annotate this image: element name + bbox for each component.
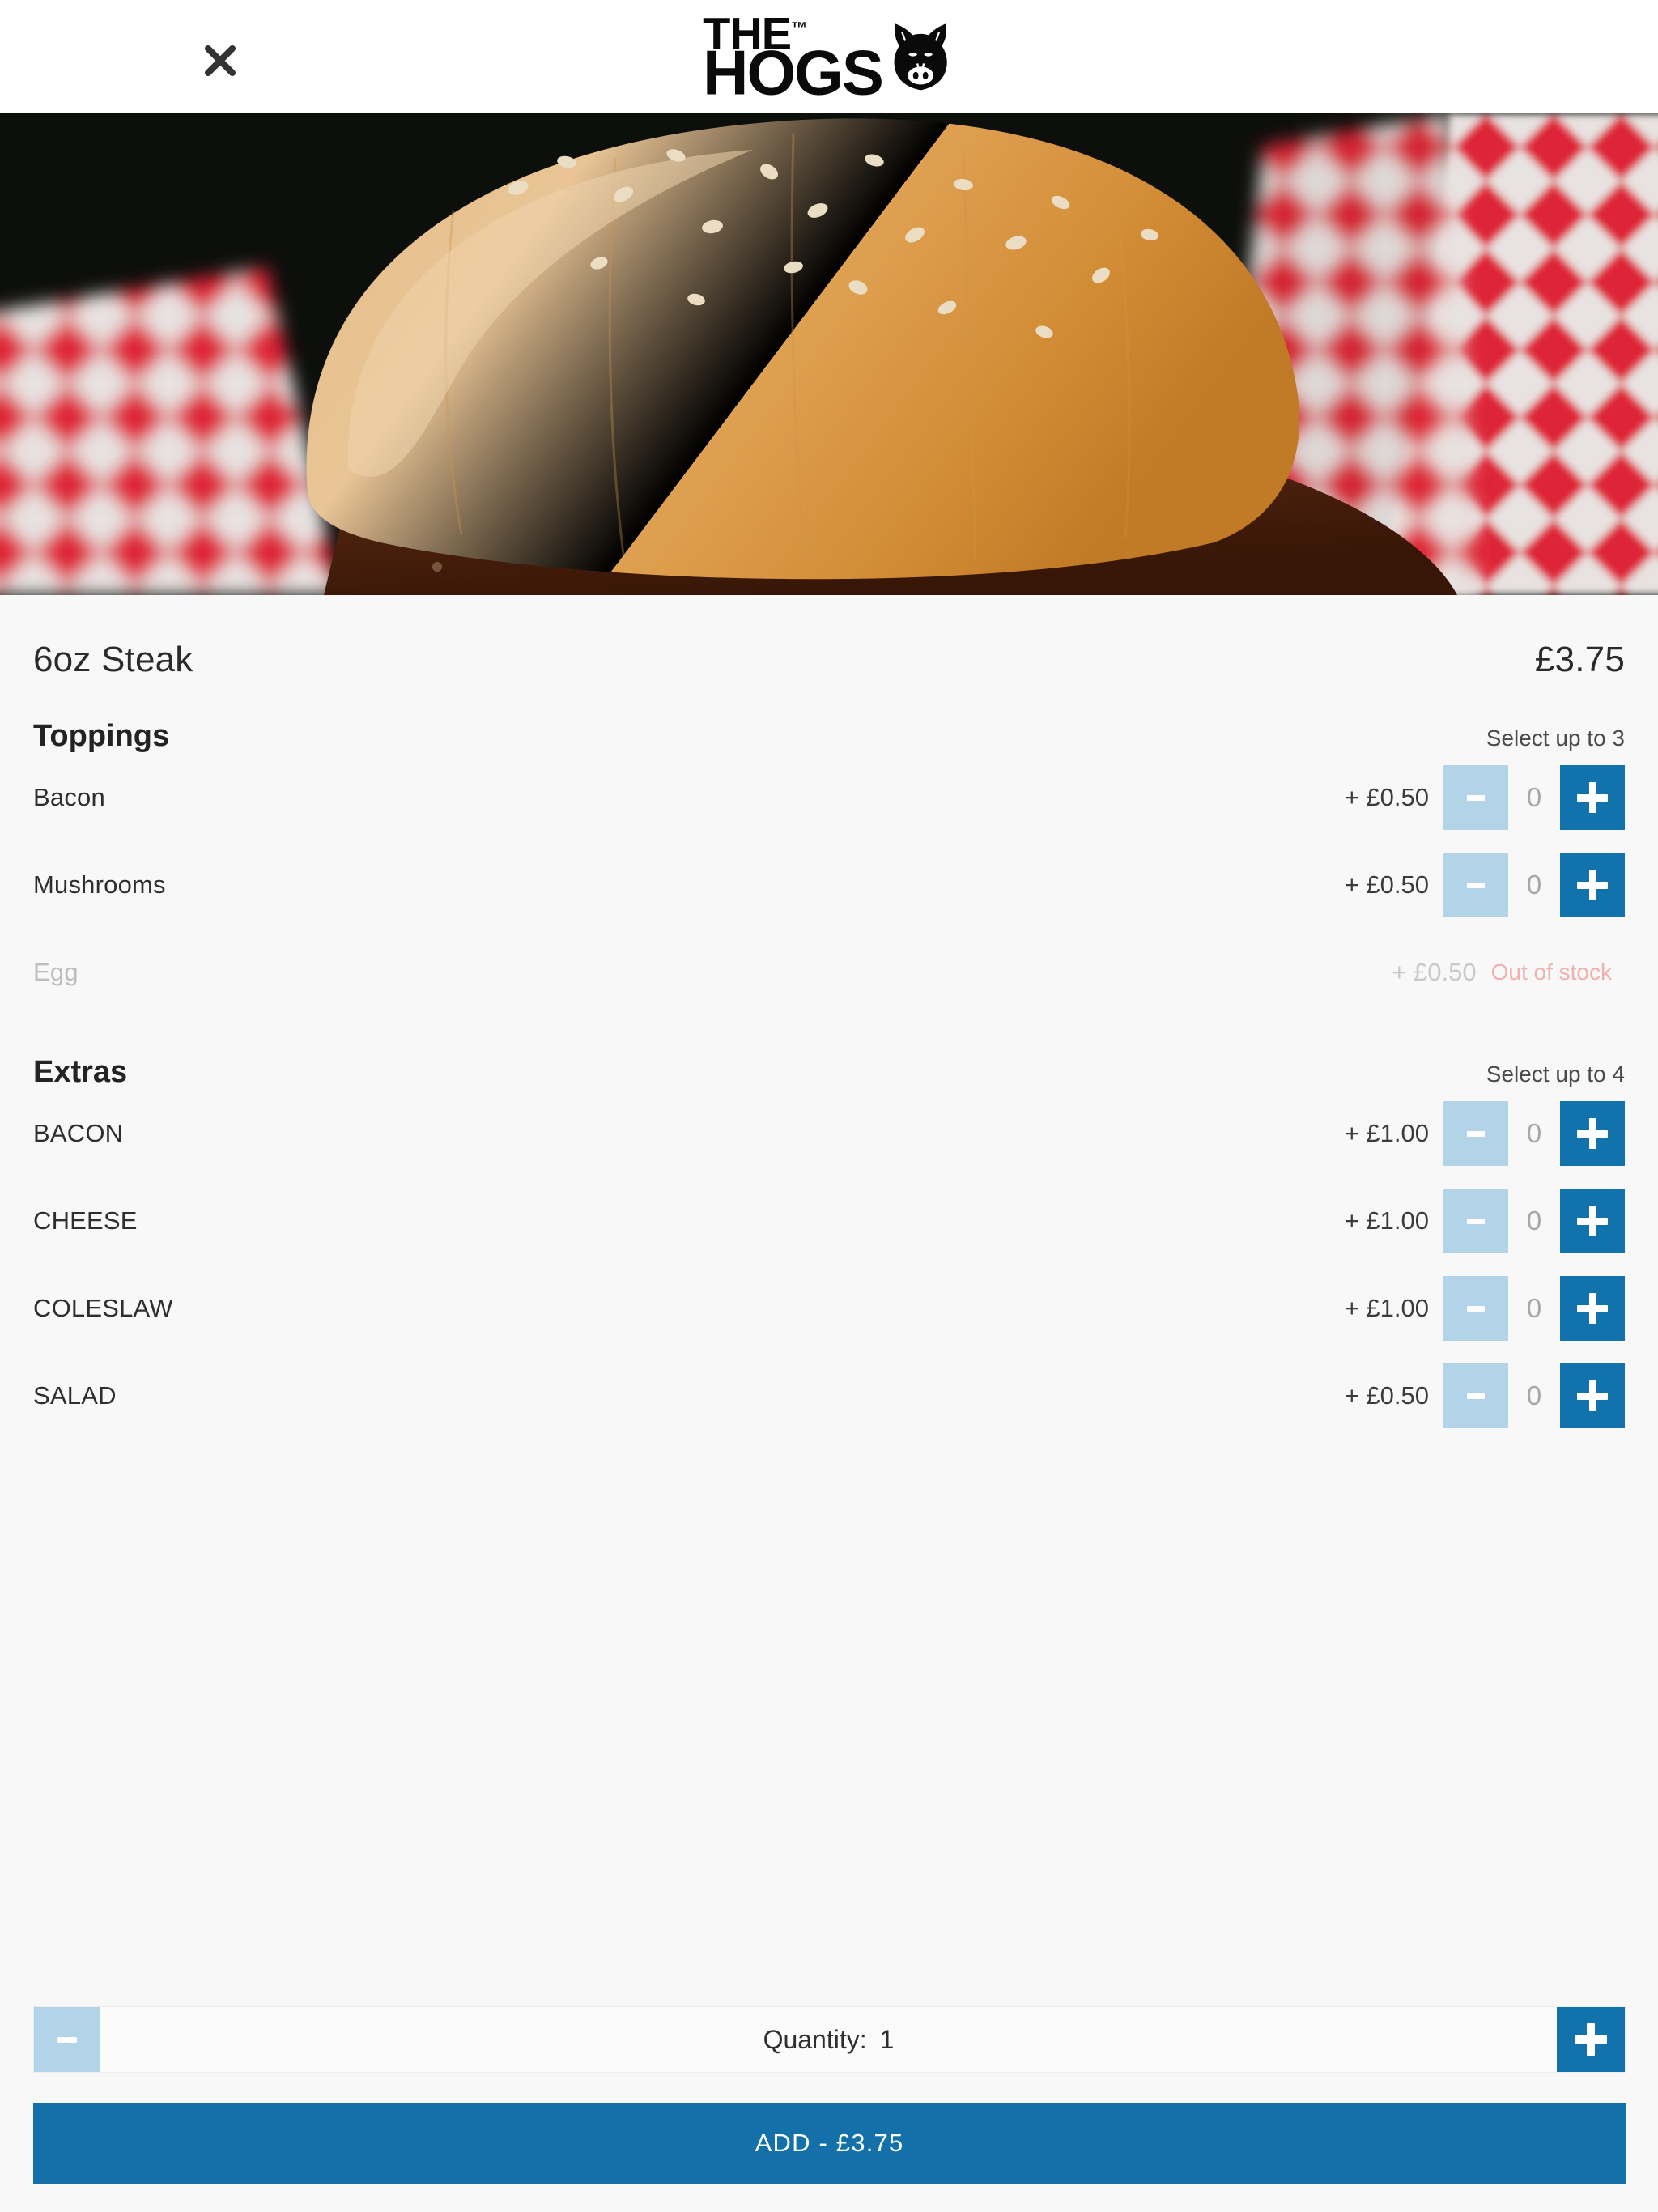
close-icon: [202, 42, 239, 79]
product-price: £3.75: [1534, 640, 1625, 679]
option-price: + £0.50: [1344, 870, 1429, 899]
product-detail-screen: THE™ HOGS 6oz Steak £3.75 Toppings Selec…: [0, 0, 1658, 2212]
quantity-decrement-button[interactable]: [34, 2007, 100, 2072]
option-row-bacon[interactable]: Bacon + £0.50 0: [0, 754, 1658, 841]
option-name: COLESLAW: [33, 1294, 173, 1322]
option-name: Egg: [33, 958, 79, 986]
quantity-stepper: 0: [1443, 853, 1625, 917]
quantity-stepper: 0: [1443, 1101, 1625, 1166]
increment-button[interactable]: [1560, 1101, 1625, 1166]
option-row-bacon-extra[interactable]: BACON + £1.00 0: [0, 1090, 1658, 1177]
minus-icon: [1467, 794, 1485, 801]
quantity-bar: Quantity: 1: [33, 2006, 1626, 2073]
option-row-egg: Egg + £0.50 Out of stock: [0, 929, 1658, 1016]
option-name: SALAD: [33, 1381, 117, 1410]
option-price: + £0.50: [1344, 783, 1429, 811]
page-title: 6oz Steak: [33, 640, 193, 679]
option-count: 0: [1526, 1118, 1542, 1148]
quantity-stepper: 0: [1443, 1189, 1625, 1253]
option-count: 0: [1526, 1206, 1542, 1236]
section-title: Toppings: [33, 719, 170, 753]
minus-icon: [1467, 882, 1485, 888]
option-price: + £1.00: [1344, 1206, 1429, 1235]
option-name: BACON: [33, 1119, 124, 1147]
decrement-button[interactable]: [1443, 1363, 1508, 1428]
minus-icon: [1467, 1218, 1485, 1224]
quantity-stepper: 0: [1443, 765, 1625, 830]
option-price: + £0.50: [1392, 958, 1477, 986]
increment-button[interactable]: [1560, 1276, 1625, 1341]
option-row-coleslaw[interactable]: COLESLAW + £1.00 0: [0, 1265, 1658, 1352]
quantity-stepper: 0: [1443, 1363, 1625, 1428]
decrement-button[interactable]: [1443, 853, 1508, 917]
section-hint: Select up to 4: [1486, 1061, 1625, 1087]
quantity-label: Quantity:: [763, 2024, 867, 2054]
decrement-button[interactable]: [1443, 1189, 1508, 1253]
option-count: 0: [1526, 1293, 1542, 1323]
option-row-salad[interactable]: SALAD + £0.50 0: [0, 1352, 1658, 1440]
option-name: Mushrooms: [33, 870, 166, 899]
increment-button[interactable]: [1560, 1363, 1625, 1428]
add-to-order-button[interactable]: ADD - £3.75: [33, 2103, 1626, 2184]
status-badge: Out of stock: [1490, 959, 1612, 985]
option-name: Bacon: [33, 783, 105, 811]
quantity-stepper: 0: [1443, 1276, 1625, 1341]
modal-header: THE™ HOGS: [0, 0, 1658, 113]
minus-icon: [57, 2036, 77, 2043]
quantity-increment-button[interactable]: [1557, 2007, 1625, 2072]
product-options-panel: 6oz Steak £3.75 Toppings Select up to 3 …: [0, 595, 1658, 1440]
option-name: CHEESE: [33, 1206, 138, 1235]
option-price: + £1.00: [1344, 1294, 1429, 1322]
section-title: Extras: [33, 1055, 128, 1089]
logo-the-text: THE: [703, 7, 792, 59]
product-hero-image: [0, 113, 1658, 595]
option-row-cheese[interactable]: CHEESE + £1.00 0: [0, 1177, 1658, 1265]
option-count: 0: [1526, 870, 1542, 900]
decrement-button[interactable]: [1443, 765, 1508, 830]
decrement-button[interactable]: [1443, 1101, 1508, 1166]
quantity-value: 1: [879, 2024, 895, 2054]
hog-head-icon: [886, 19, 955, 98]
logo-tm: ™: [791, 19, 808, 37]
quantity-display: Quantity: 1: [100, 2007, 1557, 2072]
increment-button[interactable]: [1560, 1189, 1625, 1253]
minus-icon: [1467, 1393, 1485, 1399]
option-price: + £1.00: [1344, 1119, 1429, 1147]
section-hint: Select up to 3: [1486, 725, 1625, 751]
section-header-extras: Extras Select up to 4: [0, 1016, 1658, 1090]
logo-wordmark: THE™ HOGS: [703, 11, 884, 104]
option-count: 0: [1526, 1380, 1542, 1410]
increment-button[interactable]: [1560, 853, 1625, 917]
minus-icon: [1467, 1305, 1485, 1312]
option-price: + £0.50: [1344, 1381, 1429, 1410]
option-count: 0: [1526, 782, 1542, 812]
decrement-button[interactable]: [1443, 1276, 1508, 1341]
option-row-mushrooms[interactable]: Mushrooms + £0.50 0: [0, 841, 1658, 929]
increment-button[interactable]: [1560, 765, 1625, 830]
minus-icon: [1467, 1130, 1485, 1137]
brand-logo: THE™ HOGS: [703, 11, 955, 104]
close-button[interactable]: [198, 39, 242, 83]
product-title-row: 6oz Steak £3.75: [0, 595, 1658, 680]
section-header-toppings: Toppings Select up to 3: [0, 680, 1658, 754]
logo-line-the: THE™: [703, 11, 808, 56]
